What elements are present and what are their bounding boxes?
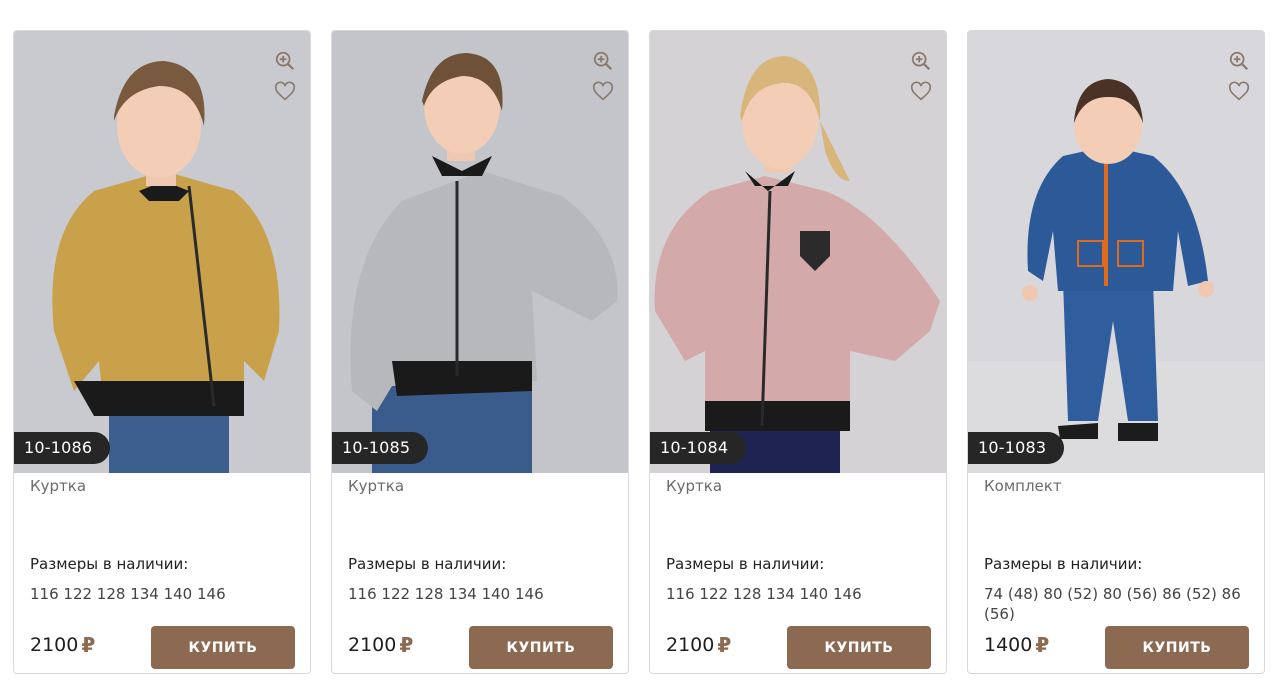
product-price: 2100 ₽ [666, 633, 731, 657]
product-photo [332, 31, 628, 473]
product-card: 10-1086 Куртка Размеры в наличии: 116 12… [13, 30, 311, 674]
price-value: 1400 [984, 634, 1033, 656]
product-name[interactable]: Куртка [666, 477, 722, 495]
product-image[interactable]: 10-1083 [968, 31, 1264, 473]
sizes-title: Размеры в наличии: [348, 555, 507, 573]
product-name[interactable]: Куртка [348, 477, 404, 495]
zoom-in-icon[interactable] [1228, 50, 1250, 72]
zoom-in-icon[interactable] [910, 50, 932, 72]
sizes-title: Размеры в наличии: [30, 555, 189, 573]
product-card: 10-1083 Комплект Размеры в наличии: 74 (… [967, 30, 1265, 674]
buy-button[interactable]: КУПИТЬ [151, 626, 295, 669]
product-image[interactable]: 10-1085 [332, 31, 628, 473]
sku-badge: 10-1085 [332, 432, 429, 464]
zoom-in-icon[interactable] [274, 50, 296, 72]
currency-ruble: ₽ [399, 633, 414, 657]
sizes-title: Размеры в наличии: [666, 555, 825, 573]
buy-button[interactable]: КУПИТЬ [469, 626, 613, 669]
price-value: 2100 [666, 634, 715, 656]
product-photo [968, 31, 1264, 473]
heart-icon[interactable] [274, 81, 296, 103]
product-image[interactable]: 10-1086 [14, 31, 310, 473]
sku-badge: 10-1083 [968, 432, 1065, 464]
sizes-list: 74 (48) 80 (52) 80 (56) 86 (52) 86 (56) [984, 585, 1241, 623]
price-value: 2100 [30, 634, 79, 656]
currency-ruble: ₽ [717, 633, 732, 657]
product-card: 10-1085 Куртка Размеры в наличии: 116 12… [331, 30, 629, 674]
sizes-list: 116 122 128 134 140 146 [348, 585, 544, 603]
sku-badge: 10-1084 [650, 432, 747, 464]
product-name[interactable]: Комплект [984, 477, 1062, 495]
zoom-in-icon[interactable] [592, 50, 614, 72]
sizes-list: 116 122 128 134 140 146 [666, 585, 862, 603]
sku-badge: 10-1086 [14, 432, 111, 464]
product-photo [650, 31, 946, 473]
sizes-title: Размеры в наличии: [984, 555, 1143, 573]
sizes-list: 116 122 128 134 140 146 [30, 585, 226, 603]
heart-icon[interactable] [1228, 81, 1250, 103]
heart-icon[interactable] [910, 81, 932, 103]
buy-button[interactable]: КУПИТЬ [1105, 626, 1249, 669]
product-price: 2100 ₽ [348, 633, 413, 657]
currency-ruble: ₽ [81, 633, 96, 657]
product-image[interactable]: 10-1084 [650, 31, 946, 473]
product-price: 1400 ₽ [984, 633, 1049, 657]
product-grid: 10-1086 Куртка Размеры в наличии: 116 12… [0, 0, 1280, 688]
currency-ruble: ₽ [1035, 633, 1050, 657]
product-photo [14, 31, 310, 473]
heart-icon[interactable] [592, 81, 614, 103]
product-price: 2100 ₽ [30, 633, 95, 657]
buy-button[interactable]: КУПИТЬ [787, 626, 931, 669]
price-value: 2100 [348, 634, 397, 656]
product-card: 10-1084 Куртка Размеры в наличии: 116 12… [649, 30, 947, 674]
product-name[interactable]: Куртка [30, 477, 86, 495]
